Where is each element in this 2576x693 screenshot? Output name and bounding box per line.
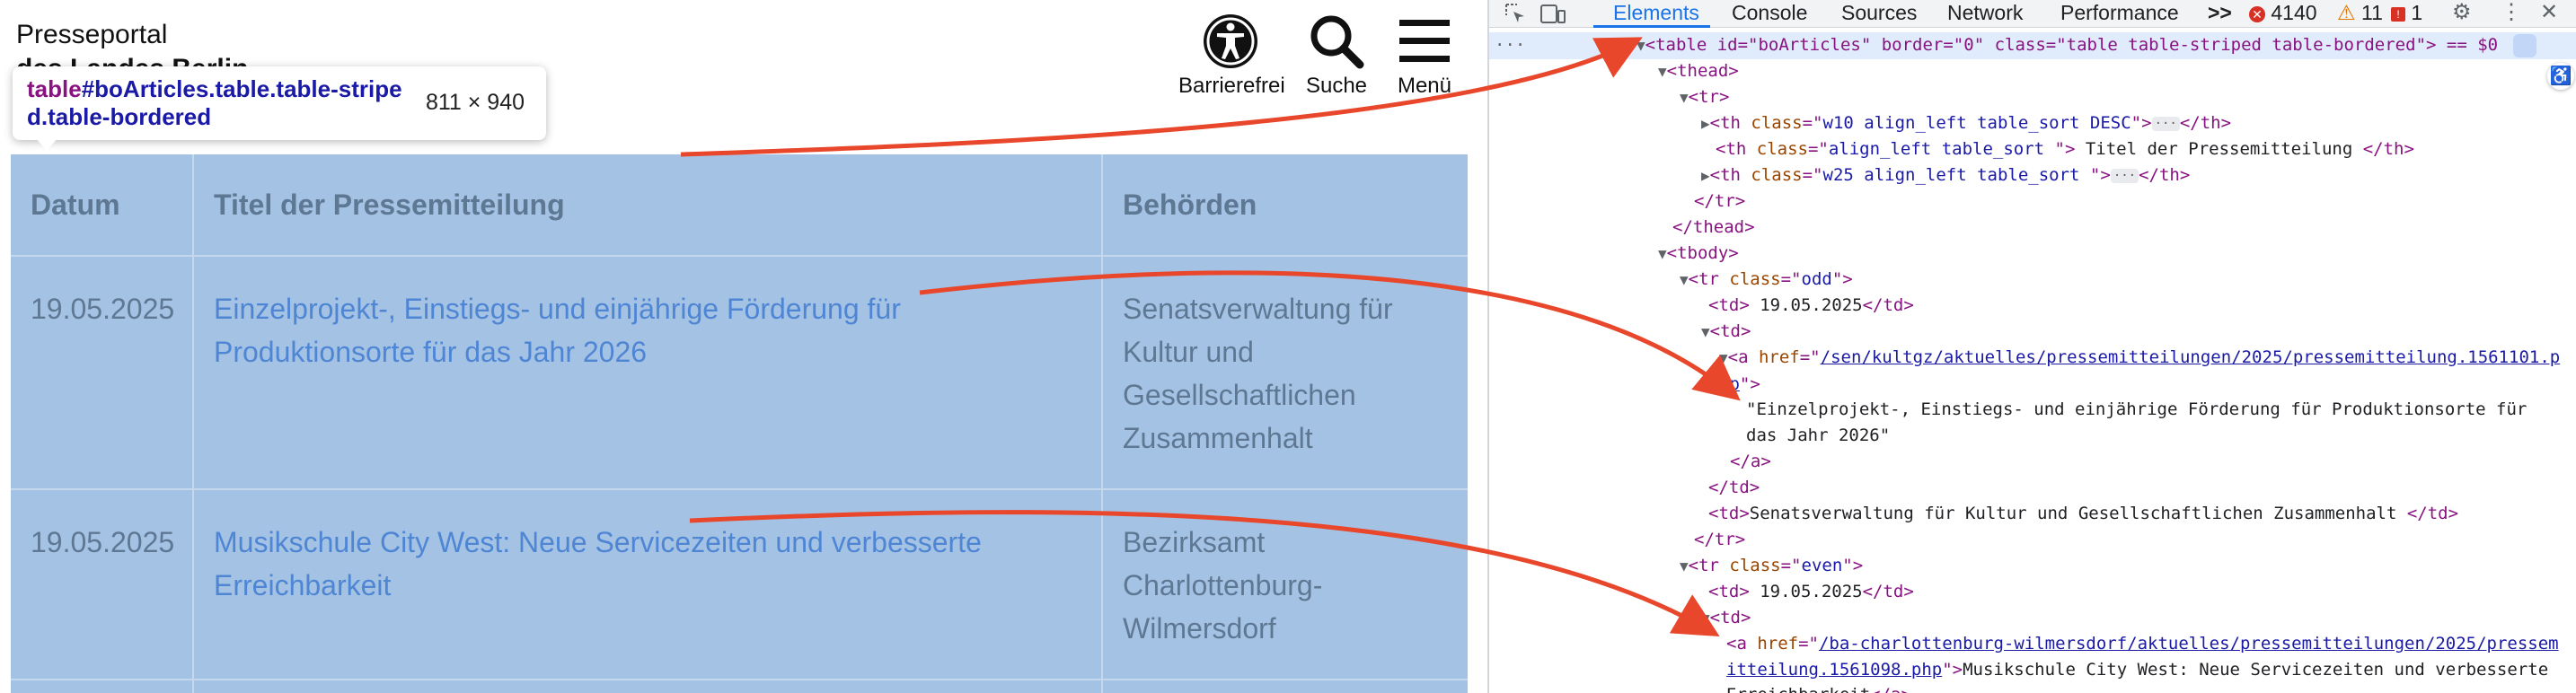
dom-text-node: "Einzelprojekt-, Einstiegs- und einjähri… <box>1746 399 2537 445</box>
row-title-link[interactable]: Musikschule City West: Neue Servicezeite… <box>214 521 1004 607</box>
dom-attr-value: align_left table_sort <box>1828 139 2055 159</box>
row-date: 19.05.2025 <box>31 293 175 325</box>
dom-text-node: 19.05.2025 <box>1749 295 1863 315</box>
tab-sources[interactable]: Sources <box>1841 0 1917 27</box>
error-count: 4140 <box>2271 1 2317 24</box>
close-icon[interactable]: ✕ <box>2540 0 2558 27</box>
menu-label: Menü <box>1397 74 1452 98</box>
devtools-toolbar: Elements Console Sources Network Perform… <box>1489 0 2576 28</box>
error-counter[interactable]: ✕ 4140 <box>2249 0 2317 27</box>
search-icon <box>1310 15 1364 69</box>
dom-line[interactable]: </a> <box>1730 449 1771 475</box>
dom-line[interactable]: ▼<thead> <box>1658 58 1739 85</box>
column-divider <box>192 154 194 693</box>
row-date: 19.05.2025 <box>31 526 175 558</box>
dom-attr-value: w10 align_left table_sort DESC <box>1822 113 2131 133</box>
tooltip-pointer <box>36 138 57 151</box>
dom-tr-node: <tr> <box>1688 87 1730 107</box>
row-title-link[interactable]: Einzelprojekt-, Einstiegs- und einjährig… <box>214 287 1004 373</box>
header-authority[interactable]: Behörden <box>1123 154 1257 255</box>
dom-line[interactable]: <a href="/ba-charlottenburg-wilmersdorf/… <box>1726 631 2565 693</box>
tooltip-tag: table <box>27 75 82 102</box>
hamburger-menu-icon <box>1399 20 1450 62</box>
accessibility-icon <box>1204 14 1257 68</box>
dom-line[interactable]: </tr> <box>1694 527 1745 553</box>
search-label: Suche <box>1305 74 1368 98</box>
settings-gear-icon[interactable]: ⚙ <box>2452 0 2472 27</box>
collapsed-content-icon[interactable]: ··· <box>2110 168 2139 183</box>
dom-text-node: 19.05.2025 <box>1749 582 1863 601</box>
dom-line[interactable]: </tr> <box>1694 189 1745 215</box>
dom-line[interactable]: <td> 19.05.2025</td> <box>1708 579 1914 605</box>
dom-text-node: Titel der Pressemitteilung <box>2075 139 2363 159</box>
dom-line[interactable]: </td> <box>1708 475 1760 501</box>
dom-line[interactable]: ▼<tr> <box>1680 84 1729 111</box>
accessibility-button[interactable]: Barrierefrei <box>1178 13 1285 99</box>
row-divider <box>11 488 1468 490</box>
dom-line[interactable]: ▼<table id="boArticles" border="0" class… <box>1636 32 2498 59</box>
dom-line[interactable]: ▼<a href="/sen/kultgz/aktuelles/pressemi… <box>1719 345 2563 397</box>
issues-count: 1 <box>2411 1 2423 24</box>
issues-icon: ! <box>2391 6 2405 22</box>
dom-line[interactable]: ▼<td> <box>1701 605 1751 632</box>
more-tabs-button[interactable]: >> <box>2208 0 2232 27</box>
warning-count: 11 <box>2361 1 2383 24</box>
header-date[interactable]: Datum <box>31 154 120 255</box>
device-toolbar-icon[interactable] <box>1539 2 1566 25</box>
issues-counter[interactable]: ! 1 <box>2391 0 2422 27</box>
dom-line[interactable]: <td>Senatsverwaltung für Kultur und Gese… <box>1708 501 2458 527</box>
active-tab-indicator <box>1593 25 1710 28</box>
dom-tbody-node: <tbody> <box>1666 243 1739 263</box>
accessibility-label: Barrierefrei <box>1178 74 1285 98</box>
dom-line[interactable]: ▼<tbody> <box>1658 241 1739 268</box>
error-icon: ✕ <box>2249 5 2265 22</box>
element-inspect-tooltip: table#boArticles.table.table-striped.tab… <box>13 66 546 140</box>
accessibility-tree-icon[interactable]: ♿ <box>2547 63 2574 90</box>
more-options-icon[interactable]: ⋮ <box>2501 0 2522 27</box>
press-release-table: Datum Titel der Pressemitteilung Behörde… <box>11 154 1468 693</box>
collapsed-content-icon[interactable]: ··· <box>2151 116 2180 131</box>
warning-counter[interactable]: ⚠ 11 <box>2337 0 2383 27</box>
row-authority: Bezirksamt Charlottenburg-Wilmersdorf <box>1123 526 1323 645</box>
dom-attr-value: even <box>1801 556 1843 575</box>
row-authority: Senatsverwaltung für Kultur und Gesellsc… <box>1123 293 1393 454</box>
dom-href-link[interactable]: /sen/kultgz/aktuelles/pressemitteilungen… <box>1719 347 2560 394</box>
warning-icon: ⚠ <box>2337 1 2356 24</box>
tab-elements[interactable]: Elements <box>1613 0 1699 27</box>
dom-line[interactable]: <th class="align_left table_sort "> Tite… <box>1716 136 2414 162</box>
dom-attr-value: odd <box>1801 269 1832 289</box>
tooltip-selector-text: #boArticles.table.table-striped.table-bo… <box>27 75 402 130</box>
tab-network[interactable]: Network <box>1947 0 2023 27</box>
dom-text-node: Senatsverwaltung für Kultur und Gesellsc… <box>1749 504 2407 523</box>
dom-line[interactable]: ▼<tr class="odd"> <box>1680 267 1853 294</box>
node-ellipsis-icon[interactable]: ··· <box>1495 32 1525 58</box>
search-button[interactable]: Suche <box>1299 13 1374 99</box>
dom-attr-value: w25 align_left table_sort <box>1822 165 2090 185</box>
dom-close-tag: </tr> <box>1694 191 1746 211</box>
web-page: Presseportal des Landes Berlin Barrieref… <box>0 0 1487 693</box>
dom-line[interactable]: ▶<th class="w25 align_left table_sort ">… <box>1701 162 2190 189</box>
dom-line[interactable]: <td> 19.05.2025</td> <box>1708 293 1914 319</box>
dom-close-tag: </thead> <box>1672 217 1755 237</box>
header-title[interactable]: Titel der Pressemitteilung <box>214 154 565 255</box>
row-divider <box>11 679 1468 680</box>
column-divider <box>1101 154 1103 693</box>
menu-button[interactable]: Menü <box>1390 13 1459 99</box>
dom-thead-node: <thead> <box>1666 61 1739 81</box>
node-action-icon[interactable] <box>2513 34 2536 57</box>
dom-line[interactable]: ▼<td> <box>1701 319 1751 346</box>
dom-line[interactable]: ▼<tr class="even"> <box>1680 553 1863 580</box>
site-title-line1: Presseportal <box>16 20 168 49</box>
devtools-panel: Elements Console Sources Network Perform… <box>1487 0 2576 693</box>
tooltip-selector: table#boArticles.table.table-striped.tab… <box>27 75 422 131</box>
tab-console[interactable]: Console <box>1732 0 1807 27</box>
dom-table-node: <table id="boArticles" border="0" class=… <box>1645 35 2499 55</box>
dom-close-tag: </tr> <box>1694 530 1746 549</box>
dom-line[interactable]: ▶<th class="w10 align_left table_sort DE… <box>1701 110 2231 137</box>
tab-performance[interactable]: Performance <box>2060 0 2179 27</box>
inspect-element-icon[interactable] <box>1504 2 1527 25</box>
row-divider <box>11 255 1468 257</box>
dom-line[interactable]: </thead> <box>1672 215 1755 241</box>
tooltip-dimensions: 811 × 940 <box>425 90 525 115</box>
